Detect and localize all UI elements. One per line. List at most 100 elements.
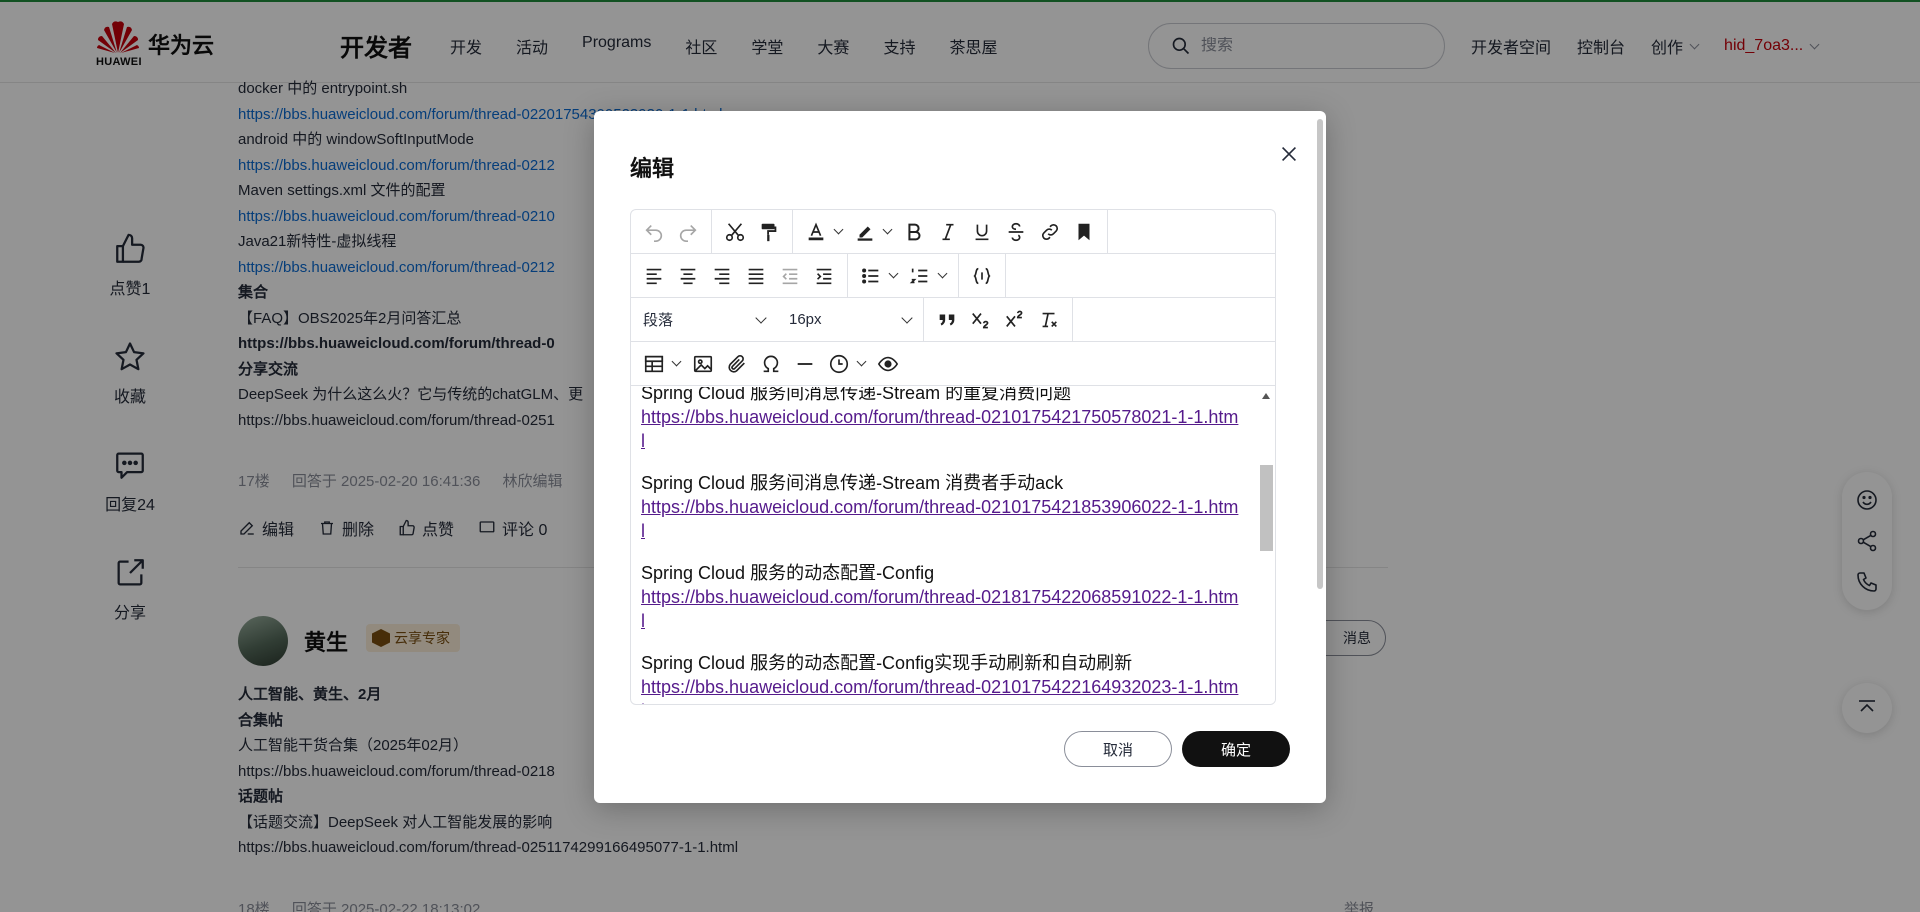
subscript-button[interactable] <box>964 303 998 337</box>
format-painter-button[interactable] <box>752 215 786 249</box>
italic-icon <box>942 223 954 240</box>
scroll-up-arrow-icon[interactable] <box>1262 393 1270 399</box>
chevron-down-icon <box>856 356 867 367</box>
align-left-icon <box>646 268 662 284</box>
close-icon <box>1281 146 1297 162</box>
justify-button[interactable] <box>739 259 773 293</box>
bookmark-button[interactable] <box>1067 215 1101 249</box>
highlighter-icon <box>857 226 873 241</box>
link-icon <box>1041 223 1059 240</box>
edit-dialog: 编辑 段落 16px Spring Cloud 服务间消息传递-Stream 的… <box>594 111 1326 803</box>
blockquote-button[interactable] <box>930 303 964 337</box>
text-color-dropdown[interactable] <box>799 215 848 249</box>
toolbar-row-4 <box>631 342 1275 386</box>
chevron-down-icon <box>755 311 767 324</box>
table-button[interactable] <box>637 347 671 381</box>
editor-content-area[interactable]: Spring Cloud 服务间消息传递-Stream 的重复消费问题 http… <box>631 387 1275 704</box>
link-button[interactable] <box>1033 215 1067 249</box>
text-color-icon <box>808 222 824 240</box>
bullet-list-button[interactable] <box>854 259 888 293</box>
bold-icon <box>908 223 921 240</box>
redo-button[interactable] <box>671 215 705 249</box>
editor-scrollbar[interactable] <box>1258 387 1275 704</box>
toolbar-row-2 <box>631 253 1275 298</box>
editor-paragraph[interactable]: Spring Cloud 服务间消息传递-Stream 消费者手动ack htt… <box>641 471 1241 543</box>
paragraph-text: Spring Cloud 服务的动态配置-Config <box>641 563 935 583</box>
numbered-list-dropdown[interactable] <box>903 259 952 293</box>
chevron-down-icon <box>833 224 844 235</box>
insert-group <box>631 342 911 386</box>
clipboard-group <box>712 210 793 254</box>
numbered-list-icon <box>909 268 928 283</box>
block-format-group: 段落 16px <box>631 297 924 342</box>
numbered-list-button[interactable] <box>903 259 937 293</box>
confirm-button[interactable]: 确定 <box>1182 731 1290 767</box>
clear-format-button[interactable] <box>1032 303 1066 337</box>
image-button[interactable] <box>686 347 720 381</box>
rich-text-editor: 段落 16px Spring Cloud 服务间消息传递-Stream 的重复消… <box>630 209 1276 705</box>
list-group <box>848 253 959 298</box>
undo-button[interactable] <box>637 215 671 249</box>
italic-button[interactable] <box>931 215 965 249</box>
editor-scroll-thumb[interactable] <box>1260 465 1273 551</box>
eye-icon <box>877 356 899 371</box>
font-size-select[interactable]: 16px <box>777 298 923 342</box>
horizontal-rule-icon <box>797 362 813 365</box>
align-left-button[interactable] <box>637 259 671 293</box>
horizontal-rule-button[interactable] <box>788 347 822 381</box>
special-char-button[interactable] <box>754 347 788 381</box>
datetime-button[interactable] <box>822 347 856 381</box>
table-dropdown[interactable] <box>637 347 686 381</box>
close-button[interactable] <box>1274 139 1304 169</box>
indent-button[interactable] <box>807 259 841 293</box>
underline-button[interactable] <box>965 215 999 249</box>
redo-icon <box>679 224 697 242</box>
attachment-button[interactable] <box>720 347 754 381</box>
paragraph-link[interactable]: https://bbs.huaweicloud.com/forum/thread… <box>641 405 1241 453</box>
chevron-down-icon <box>882 224 893 235</box>
indent-icon <box>816 268 832 284</box>
editor-paragraph[interactable]: Spring Cloud 服务间消息传递-Stream 的重复消费问题 http… <box>641 387 1241 453</box>
chevron-down-icon <box>671 356 682 367</box>
bullet-list-dropdown[interactable] <box>854 259 903 293</box>
align-right-icon <box>714 268 730 284</box>
paragraph-style-select[interactable]: 段落 <box>631 298 777 342</box>
dialog-scrollbar[interactable] <box>1316 111 1324 591</box>
paragraph-link[interactable]: https://bbs.huaweicloud.com/forum/thread… <box>641 675 1241 704</box>
preview-button[interactable] <box>871 347 905 381</box>
paragraph-text: Spring Cloud 服务的动态配置-Config实现手动刷新和自动刷新 <box>641 653 1133 673</box>
strikethrough-icon <box>1008 222 1024 241</box>
align-center-icon <box>680 268 696 284</box>
paragraph-link[interactable]: https://bbs.huaweicloud.com/forum/thread… <box>641 495 1241 543</box>
highlight-color-dropdown[interactable] <box>848 215 897 249</box>
chevron-down-icon <box>901 311 913 324</box>
paragraph-link[interactable]: https://bbs.huaweicloud.com/forum/thread… <box>641 585 1241 633</box>
scissors-icon <box>725 222 745 241</box>
strikethrough-button[interactable] <box>999 215 1033 249</box>
align-right-button[interactable] <box>705 259 739 293</box>
subscript-icon <box>972 312 989 328</box>
undo-icon <box>645 224 663 242</box>
font-size-value: 16px <box>789 311 822 328</box>
align-justify-icon <box>748 268 764 284</box>
dialog-scroll-thumb[interactable] <box>1317 119 1323 589</box>
chevron-down-icon <box>888 268 899 279</box>
outdent-button[interactable] <box>773 259 807 293</box>
align-center-button[interactable] <box>671 259 705 293</box>
text-color-button[interactable] <box>799 215 833 249</box>
omega-icon <box>763 355 779 372</box>
cut-button[interactable] <box>718 215 752 249</box>
alignment-group <box>631 253 848 298</box>
paragraph-style-value: 段落 <box>643 312 674 329</box>
editor-paragraph[interactable]: Spring Cloud 服务的动态配置-Config https://bbs.… <box>641 561 1241 633</box>
superscript-button[interactable] <box>998 303 1032 337</box>
cancel-button[interactable]: 取消 <box>1064 731 1172 767</box>
outdent-icon <box>782 268 798 284</box>
bold-button[interactable] <box>897 215 931 249</box>
highlight-button[interactable] <box>848 215 882 249</box>
chevron-down-icon <box>937 268 948 279</box>
insert-datetime-dropdown[interactable] <box>822 347 871 381</box>
quote-icon <box>939 314 955 325</box>
code-block-button[interactable] <box>965 259 999 293</box>
editor-paragraph[interactable]: Spring Cloud 服务的动态配置-Config实现手动刷新和自动刷新 h… <box>641 651 1241 704</box>
